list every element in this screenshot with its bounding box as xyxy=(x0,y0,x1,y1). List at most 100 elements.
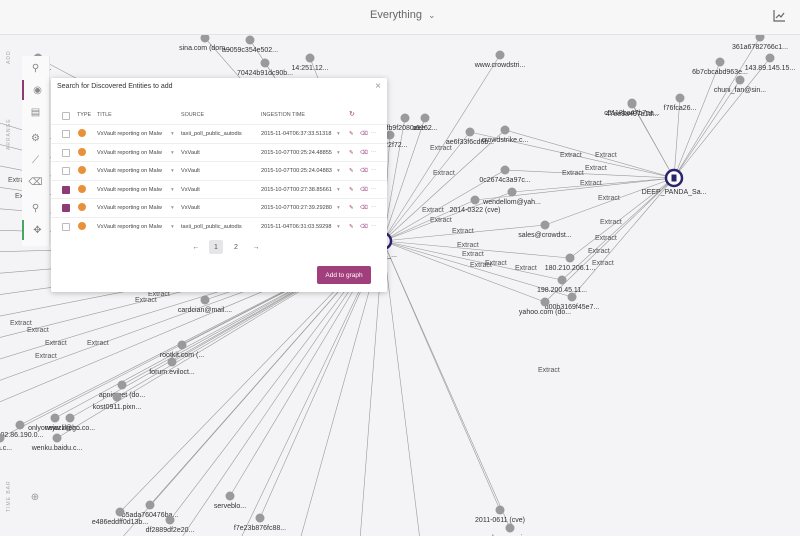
node-dot[interactable] xyxy=(540,220,550,230)
time-chevron-icon[interactable]: ▾ xyxy=(337,131,340,137)
more-icon[interactable]: ⋯ xyxy=(371,168,377,174)
line-icon[interactable]: ⟋ xyxy=(22,150,49,170)
delete-icon[interactable]: ⌫ xyxy=(360,224,368,230)
node-dot[interactable] xyxy=(567,292,577,302)
graph-node[interactable]: chuni_fan@sin... xyxy=(714,75,766,95)
view-selector[interactable]: Everything ⌄ xyxy=(370,9,436,21)
title-chevron-icon[interactable]: ▾ xyxy=(171,187,174,193)
chart-icon[interactable] xyxy=(772,9,786,23)
node-dot[interactable] xyxy=(65,413,75,423)
move-icon[interactable]: ✥ xyxy=(22,220,51,240)
eye-icon[interactable]: ◉ xyxy=(22,80,51,100)
graph-node[interactable]: forum.eviloct... xyxy=(149,357,195,377)
table-row[interactable]: VxVault reporting on Malw ▾ VxVault 2015-10… xyxy=(51,198,387,217)
graph-node[interactable]: www.crowdstri... xyxy=(474,50,526,70)
table-row[interactable]: VxVault reporting on Malw ▾ VxVault 2015-10… xyxy=(51,179,387,199)
row-checkbox[interactable] xyxy=(62,223,70,231)
node-dot[interactable] xyxy=(177,340,187,350)
node-dot[interactable] xyxy=(117,380,127,390)
more-icon[interactable]: ⋯ xyxy=(371,150,377,156)
node-dot[interactable] xyxy=(245,35,255,45)
zoom-icon[interactable]: ⚲ xyxy=(22,198,49,218)
next-page-button[interactable]: → xyxy=(249,240,263,254)
row-checkbox[interactable] xyxy=(62,167,70,176)
delete-icon[interactable]: ⌫ xyxy=(360,150,368,156)
time-chevron-icon[interactable]: ▾ xyxy=(337,224,340,230)
edit-icon[interactable]: ✎ xyxy=(349,150,354,156)
delete-icon[interactable]: ⌫ xyxy=(360,131,368,137)
title-chevron-icon[interactable]: ▾ xyxy=(171,131,174,137)
edit-icon[interactable]: ✎ xyxy=(349,205,354,211)
time-chevron-icon[interactable]: ▾ xyxy=(337,205,340,211)
graph-node[interactable]: 70424b91dc90b... xyxy=(237,58,293,78)
node-dot[interactable] xyxy=(200,295,210,305)
trash-icon[interactable]: ⌫ xyxy=(22,172,49,192)
node-dot[interactable] xyxy=(260,58,270,68)
graph-node[interactable]: 198.200.45.11... xyxy=(537,275,587,295)
graph-node[interactable]: f7e23b876fc88... xyxy=(234,513,286,533)
node-dot[interactable] xyxy=(167,357,177,367)
node-dot[interactable] xyxy=(765,53,775,63)
deep-panda-node[interactable]: DEEP_PANDA_Sa... xyxy=(642,168,707,196)
table-row[interactable]: VxVault reporting on Malw ▾ VxVault 2015-10… xyxy=(51,142,387,162)
graph-node[interactable]: sales@crowdst... xyxy=(518,220,572,240)
folder-icon[interactable]: ▤ xyxy=(22,102,49,122)
more-icon[interactable]: ⋯ xyxy=(371,131,377,137)
table-row[interactable]: VxVault reporting on Malw ▾ taxii_poll_pub… xyxy=(51,124,387,143)
node-dot[interactable] xyxy=(735,75,745,85)
node-dot[interactable] xyxy=(627,98,637,108)
node-dot[interactable] xyxy=(495,50,505,60)
graph-node[interactable]: serveblo... xyxy=(214,491,246,511)
node-dot[interactable] xyxy=(112,392,122,402)
table-row[interactable]: VxVault reporting on Malw ▾ taxii_poll_pub… xyxy=(51,217,387,236)
node-dot[interactable] xyxy=(15,420,25,430)
row-checkbox[interactable] xyxy=(62,204,70,213)
node-dot[interactable] xyxy=(50,413,60,423)
node-dot[interactable] xyxy=(557,275,567,285)
node-dot[interactable] xyxy=(540,297,550,307)
graph-node[interactable]: 2011-0611 (cve) xyxy=(475,505,525,525)
prev-page-button[interactable]: ← xyxy=(189,240,203,254)
title-chevron-icon[interactable]: ▾ xyxy=(171,224,174,230)
delete-icon[interactable]: ⌫ xyxy=(360,168,368,174)
time-chevron-icon[interactable]: ▾ xyxy=(337,187,340,193)
delete-icon[interactable]: ⌫ xyxy=(360,205,368,211)
time-chevron-icon[interactable]: ▾ xyxy=(337,168,340,174)
node-dot[interactable] xyxy=(500,165,510,175)
node-dot[interactable] xyxy=(145,500,155,510)
time-bar-add-icon[interactable]: ⊕ xyxy=(24,486,46,508)
edit-icon[interactable]: ✎ xyxy=(349,224,354,230)
delete-icon[interactable]: ⌫ xyxy=(360,187,368,193)
node-dot[interactable] xyxy=(500,125,510,135)
row-checkbox[interactable] xyxy=(62,148,70,157)
node-dot[interactable] xyxy=(715,57,725,67)
more-icon[interactable]: ⋯ xyxy=(371,187,377,193)
row-checkbox[interactable] xyxy=(62,130,70,138)
page-1-button[interactable]: 1 xyxy=(209,240,223,254)
title-chevron-icon[interactable]: ▾ xyxy=(171,205,174,211)
node-dot[interactable] xyxy=(470,195,480,205)
node-dot[interactable] xyxy=(465,127,475,137)
node-dot[interactable] xyxy=(565,253,575,263)
node-dot[interactable] xyxy=(165,515,175,525)
title-chevron-icon[interactable]: ▾ xyxy=(171,168,174,174)
row-checkbox[interactable] xyxy=(62,185,70,194)
node-dot[interactable] xyxy=(507,187,517,197)
time-chevron-icon[interactable]: ▾ xyxy=(337,150,340,156)
graph-node[interactable]: cardcian@mail.... xyxy=(178,295,232,315)
arrange-icon[interactable]: ⚙ xyxy=(22,128,49,148)
node-dot[interactable] xyxy=(225,491,235,501)
node-dot[interactable] xyxy=(305,53,315,63)
edit-icon[interactable]: ✎ xyxy=(349,187,354,193)
node-dot[interactable] xyxy=(255,513,265,523)
node-dot[interactable] xyxy=(400,113,410,123)
graph-node[interactable]: 0c2674c3a97c... xyxy=(479,165,531,185)
graph-node[interactable]: 14:251.12... xyxy=(292,53,329,73)
graph-node[interactable]: 361a6782766c1... xyxy=(732,32,788,52)
table-row[interactable]: VxVault reporting on Malw ▾ VxVault 2015-10… xyxy=(51,161,387,180)
more-icon[interactable]: ⋯ xyxy=(371,205,377,211)
node-dot[interactable] xyxy=(420,113,430,123)
close-icon[interactable]: × xyxy=(375,81,381,92)
more-icon[interactable]: ⋯ xyxy=(371,224,377,230)
title-chevron-icon[interactable]: ▾ xyxy=(171,150,174,156)
